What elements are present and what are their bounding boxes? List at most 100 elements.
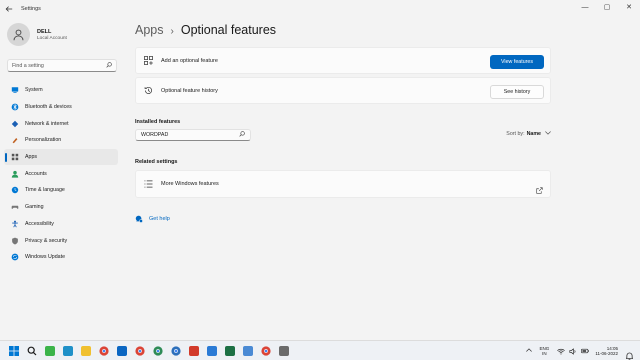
taskbar: ENG IN 14:05 11-06-2022 [0,340,640,360]
more-windows-features-label: More Windows features [161,181,219,187]
avatar-icon [7,23,30,46]
volume-icon[interactable] [569,347,577,355]
image-viewer-icon[interactable] [204,343,220,359]
settings-icon[interactable] [276,343,292,359]
sidebar-item-label: Apps [25,154,38,161]
notification-icon[interactable] [625,347,634,360]
sidebar-nav: System Bluetooth & devices Network & inter… [4,82,118,266]
sidebar-item-personalization[interactable]: Personalization [4,132,118,149]
ccleaner-icon[interactable] [186,343,202,359]
title-bar: Settings — ▢ ✕ [0,0,640,18]
add-feature-card: Add an optional feature View features [135,47,551,74]
back-arrow-icon[interactable] [0,0,18,18]
chrome-profile-2-icon[interactable] [150,343,166,359]
sidebar: DELL Local Account System Bluetooth & dev… [0,18,126,338]
see-history-button[interactable]: See history [490,85,544,99]
onedrive-icon[interactable] [114,343,130,359]
sidebar-item-privacy-security[interactable]: Privacy & security [4,232,118,249]
chevron-down-icon[interactable] [545,131,551,137]
battery-icon[interactable] [581,347,590,355]
windows-update-icon [11,253,19,261]
add-feature-icon [143,56,153,66]
sidebar-item-system[interactable]: System [4,82,118,99]
time-language-icon [11,186,19,194]
installed-features-search[interactable] [135,129,251,141]
feature-history-label: Optional feature history [161,87,218,94]
feature-history-card: Optional feature history See history [135,77,551,104]
sort-label: Sort by: [506,131,525,137]
edge-icon[interactable] [60,343,76,359]
search-icon[interactable] [106,61,112,70]
sidebar-item-network-internet[interactable]: Network & internet [4,115,118,132]
chrome-icon[interactable] [96,343,112,359]
bluetooth-icon [11,103,19,111]
user-profile[interactable]: DELL Local Account [7,23,67,46]
main-content: Apps › Optional features Add an optional… [135,18,551,318]
page-title: Optional features [180,23,277,37]
privacy-icon [11,237,19,245]
sidebar-item-label: Privacy & security [25,237,68,244]
chrome-profile-4-icon[interactable] [258,343,274,359]
clock[interactable]: 14:05 11-06-2022 [595,346,618,357]
sidebar-item-label: Time & language [25,187,65,194]
apps-icon [11,153,19,161]
installed-features-heading: Installed features [135,119,181,125]
sidebar-item-time-language[interactable]: Time & language [4,182,118,199]
open-external-icon[interactable] [536,181,543,199]
sidebar-item-label: Gaming [25,204,44,211]
installed-search-input[interactable] [141,132,237,138]
sidebar-item-bluetooth-devices[interactable]: Bluetooth & devices [4,99,118,116]
search-icon[interactable] [239,131,245,139]
more-windows-features-card[interactable]: More Windows features [135,170,551,198]
breadcrumb: Apps › Optional features [135,23,276,37]
language-indicator[interactable]: ENG IN [540,346,550,356]
camtasia-icon[interactable] [42,343,58,359]
sidebar-item-apps[interactable]: Apps [4,148,118,166]
accessibility-icon [11,220,19,228]
chevron-up-icon[interactable] [525,348,532,354]
wifi-icon[interactable] [557,347,566,355]
gaming-icon [11,203,19,211]
sidebar-item-label: Bluetooth & devices [25,104,72,111]
sidebar-item-label: Personalization [25,137,62,144]
taskbar-apps [6,343,292,359]
sort-value[interactable]: Name [527,131,541,137]
system-icon [11,86,19,94]
system-tray: ENG IN 14:05 11-06-2022 [525,341,640,360]
excel-icon[interactable] [222,343,238,359]
account-type: Local Account [37,35,67,41]
related-settings-heading: Related settings [135,159,178,165]
notepad-icon[interactable] [240,343,256,359]
minimize-button[interactable]: — [574,0,596,14]
start-icon[interactable] [6,343,22,359]
sort-dropdown[interactable]: Sort by: Name [506,131,551,137]
get-help-label[interactable]: Get help [149,216,170,222]
list-icon [143,179,153,189]
get-help-icon [135,210,143,228]
window-title: Settings [21,6,41,12]
maximize-button[interactable]: ▢ [596,0,618,14]
sidebar-item-label: Accounts [25,170,47,177]
sidebar-item-gaming[interactable]: Gaming [4,199,118,216]
accounts-icon [11,170,19,178]
breadcrumb-parent[interactable]: Apps [135,23,164,37]
view-features-button[interactable]: View features [490,55,544,69]
search-icon[interactable] [24,343,40,359]
network-icon [11,120,19,128]
chrome-profile-3-icon[interactable] [168,343,184,359]
sidebar-item-accounts[interactable]: Accounts [4,165,118,182]
sidebar-item-label: System [25,87,43,94]
file-explorer-icon[interactable] [78,343,94,359]
get-help-link[interactable]: Get help [135,210,170,228]
sidebar-item-windows-update[interactable]: Windows Update [4,249,118,266]
sidebar-item-label: Windows Update [25,254,66,261]
chevron-right-icon: › [170,26,174,37]
settings-search[interactable] [7,59,117,72]
sidebar-item-accessibility[interactable]: Accessibility [4,216,118,233]
close-button[interactable]: ✕ [618,0,640,14]
search-input[interactable] [12,62,106,69]
region-code: IN [542,351,547,356]
sidebar-item-label: Network & internet [25,120,69,127]
add-feature-label: Add an optional feature [161,57,218,64]
chrome-profile-icon[interactable] [132,343,148,359]
